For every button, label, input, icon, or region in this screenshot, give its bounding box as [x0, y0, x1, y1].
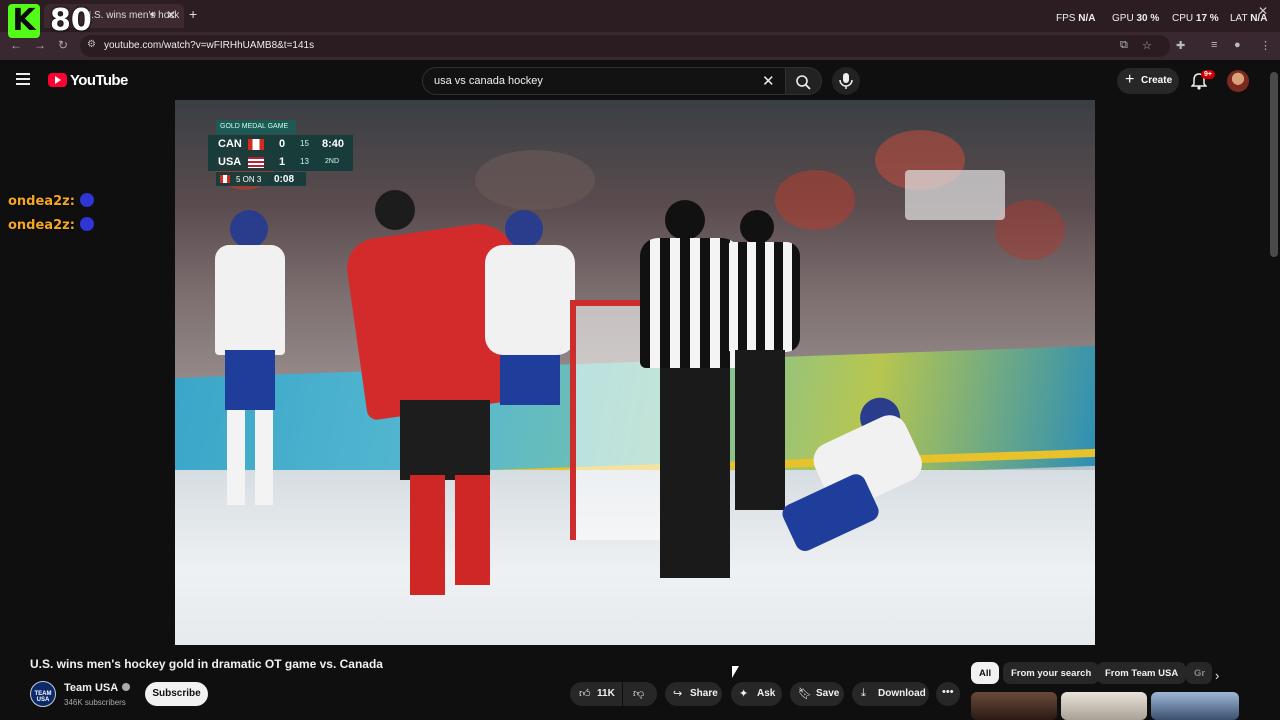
share-icon: ↪ — [673, 688, 683, 700]
chat-message: ondea2z: — [8, 217, 94, 233]
thumbs-down-icon: 👎︎ — [633, 688, 645, 700]
scorebug-row-usa: USA 1 13 2ND — [208, 153, 353, 171]
verified-check-icon — [122, 683, 131, 691]
chip-from-search[interactable]: From your search — [1003, 662, 1100, 684]
clear-search-icon[interactable]: ✕ — [762, 72, 775, 90]
reload-icon[interactable]: ↻ — [58, 38, 68, 52]
save-button[interactable]: 🔖︎ Save — [790, 682, 844, 706]
search-input[interactable]: usa vs canada hockey ✕ — [422, 67, 786, 95]
more-actions-button[interactable]: ••• — [936, 682, 960, 706]
screen: U.S. wins men's hock 🔊︎ ✕ + FPS N/A GPU … — [0, 0, 1280, 720]
bookmark-star-icon[interactable]: ☆ — [1142, 39, 1152, 52]
page-scrollbar[interactable] — [1270, 72, 1278, 257]
youtube-logo-text[interactable]: YouTube — [70, 72, 128, 89]
sparkle-icon: ✦ — [739, 688, 749, 700]
video-player[interactable]: GOLD MEDAL GAME CAN 0 15 8:40 USA 1 13 2… — [175, 100, 1095, 645]
ask-button[interactable]: ✦ Ask — [731, 682, 782, 706]
new-tab-icon[interactable]: + — [189, 6, 197, 22]
site-info-icon[interactable]: ⚙ — [87, 39, 96, 50]
viewer-count: 80 — [50, 3, 92, 38]
like-button[interactable]: 👍︎ 11K — [570, 682, 622, 706]
url-field[interactable]: ⚙ youtube.com/watch?v=wFIRHhUAMB8&t=141s — [80, 35, 1170, 57]
emote-icon — [79, 193, 94, 207]
more-horizontal-icon: ••• — [942, 686, 954, 698]
chevron-right-icon[interactable]: › — [1215, 668, 1219, 683]
voice-search-button[interactable] — [832, 67, 860, 95]
subscribe-button[interactable]: Subscribe — [145, 682, 208, 706]
tab-title: U.S. wins men's hock — [84, 10, 180, 21]
media-icon[interactable]: ≡ — [1211, 39, 1217, 51]
profile-icon[interactable]: ● — [1234, 39, 1241, 51]
plus-icon: + — [1125, 71, 1135, 88]
youtube-logo-icon[interactable] — [48, 73, 67, 87]
url-text: youtube.com/watch?v=wFIRHhUAMB8&t=141s — [104, 40, 315, 51]
bookmark-icon: 🔖︎ — [798, 688, 812, 700]
back-icon[interactable]: ← — [10, 38, 22, 52]
scorebug: GOLD MEDAL GAME CAN 0 15 8:40 USA 1 13 2… — [208, 120, 353, 188]
emote-icon — [79, 217, 94, 231]
search-icon — [796, 75, 811, 90]
recommendation-thumbnail[interactable] — [1061, 692, 1147, 720]
youtube-header: YouTube usa vs canada hockey ✕ + Create … — [0, 60, 1280, 102]
create-button[interactable]: + Create — [1117, 68, 1179, 94]
scorebug-powerplay: 5 ON 3 0:08 — [216, 172, 306, 186]
kick-logo: K — [8, 4, 40, 38]
recommendation-thumbnail[interactable] — [971, 692, 1057, 720]
download-icon: ⤓ — [861, 687, 866, 699]
fps-readout: FPS N/A — [1056, 13, 1096, 24]
mouse-cursor — [732, 666, 739, 678]
chip-more[interactable]: Gr — [1186, 662, 1212, 684]
microphone-icon — [839, 73, 853, 89]
canada-flag-icon — [248, 139, 264, 150]
notification-badge: 9+ — [1201, 70, 1215, 79]
tab-close-icon[interactable]: ✕ — [166, 8, 176, 22]
account-avatar[interactable] — [1227, 70, 1249, 92]
share-button[interactable]: ↪ Share — [665, 682, 722, 706]
video-title: U.S. wins men's hockey gold in dramatic … — [30, 657, 383, 671]
forward-icon[interactable]: → — [34, 38, 46, 52]
recommendation-thumbnail[interactable] — [1151, 692, 1239, 720]
search-query: usa vs canada hockey — [434, 75, 543, 87]
search-button[interactable] — [786, 67, 822, 95]
thumbs-up-icon: 👍︎ — [579, 688, 591, 700]
usa-flag-icon — [248, 157, 264, 168]
chat-message: ondea2z: — [8, 193, 94, 209]
browser-menu-icon[interactable]: ⋮ — [1260, 39, 1271, 52]
chip-from-channel[interactable]: From Team USA — [1097, 662, 1187, 684]
window-close-icon[interactable]: ✕ — [1258, 4, 1268, 18]
menu-icon[interactable] — [16, 73, 30, 88]
dislike-button[interactable]: 👎︎ — [623, 682, 657, 706]
download-button[interactable]: ⤓ Download — [852, 682, 929, 706]
tab-audio-icon[interactable]: 🔊︎ — [150, 9, 156, 20]
canada-flag-icon — [220, 175, 230, 183]
player-usa-center — [485, 210, 575, 470]
gpu-readout: GPU 30 % — [1112, 13, 1160, 24]
browser-tab-bar: U.S. wins men's hock 🔊︎ ✕ + FPS N/A GPU … — [0, 0, 1280, 32]
subscriber-count: 346K subscribers — [64, 698, 126, 707]
channel-avatar[interactable]: TEAM USA — [30, 681, 56, 707]
create-label: Create — [1141, 75, 1173, 86]
scorebug-row-can: CAN 0 15 8:40 — [208, 135, 353, 153]
cast-icon[interactable]: ⧉ — [1120, 39, 1128, 52]
address-bar: ← → ↻ ⚙ youtube.com/watch?v=wFIRHhUAMB8&… — [0, 32, 1280, 60]
cpu-readout: CPU 17 % — [1172, 13, 1219, 24]
extensions-icon[interactable]: ✚ — [1176, 39, 1185, 52]
channel-name[interactable]: Team USA — [64, 682, 131, 694]
chip-all[interactable]: All — [971, 662, 1000, 684]
scorebug-title: GOLD MEDAL GAME — [216, 120, 296, 134]
like-count: 11K — [597, 688, 615, 699]
player-usa-left — [215, 210, 285, 510]
